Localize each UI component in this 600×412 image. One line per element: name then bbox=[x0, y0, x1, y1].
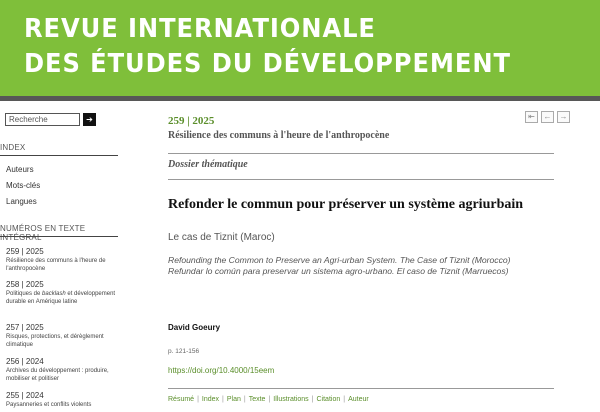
arrow-left-icon: ← bbox=[543, 112, 552, 121]
page-range: p. 121-156 bbox=[168, 348, 200, 355]
separator: | bbox=[197, 396, 199, 403]
site-title-line2: DES ÉTUDES DU DÉVELOPPEMENT bbox=[24, 49, 511, 79]
first-article-button[interactable]: ⇤ bbox=[525, 111, 538, 123]
issue-number: 255 | 2024 bbox=[6, 391, 44, 400]
search-input[interactable] bbox=[5, 113, 80, 126]
divider bbox=[168, 179, 554, 180]
link-plan[interactable]: Plan bbox=[227, 396, 241, 403]
link-index[interactable]: Index bbox=[202, 396, 219, 403]
issue-link-257[interactable]: 257 | 2025 Risques, protections, et dérè… bbox=[6, 323, 118, 349]
index-divider bbox=[0, 155, 118, 156]
issue-link-256[interactable]: 256 | 2024 Archives du développement : p… bbox=[6, 357, 118, 383]
index-heading: INDEX bbox=[0, 143, 26, 152]
divider bbox=[168, 388, 554, 389]
search-form: ➔ bbox=[5, 113, 96, 126]
first-page-icon: ⇤ bbox=[528, 112, 535, 121]
separator: | bbox=[343, 396, 346, 403]
site-title-line1: REVUE INTERNATIONALE bbox=[24, 14, 376, 44]
link-auteur[interactable]: Auteur bbox=[348, 396, 369, 403]
doi-link[interactable]: https://doi.org/10.4000/15eem bbox=[168, 366, 274, 375]
article-navigation: ⇤ ← → bbox=[525, 111, 570, 123]
article-main: ⇤ ← → 259 | 2025 Résilience des communs … bbox=[168, 101, 572, 412]
alt-title-spanish: Refundar lo común para preservar un sist… bbox=[168, 266, 509, 276]
divider bbox=[168, 153, 554, 154]
separator: | bbox=[311, 396, 314, 403]
next-article-button[interactable]: → bbox=[557, 111, 570, 123]
arrow-right-icon: ➔ bbox=[86, 115, 93, 124]
separator: | bbox=[268, 396, 271, 403]
issue-number: 259 | 2025 bbox=[6, 247, 44, 256]
link-citation[interactable]: Citation bbox=[317, 396, 341, 403]
article-section-links: Résumé | Index | Plan | Texte | Illustration… bbox=[168, 396, 369, 403]
issue-title-link[interactable]: Résilience des communs à l'heure de l'an… bbox=[168, 130, 389, 141]
section-link[interactable]: Dossier thématique bbox=[168, 159, 248, 170]
issue-description: Paysanneries et conflits violents bbox=[6, 402, 92, 408]
link-resume[interactable]: Résumé bbox=[168, 396, 194, 403]
issue-description: Résilience des communs à l'heure de l'an… bbox=[6, 258, 106, 272]
separator: | bbox=[243, 396, 246, 403]
arrow-right-icon: → bbox=[559, 112, 568, 121]
index-link-authors[interactable]: Auteurs bbox=[6, 165, 34, 174]
sidebar: ➔ INDEX Auteurs Mots-clés Langues NUMÉRO… bbox=[0, 101, 122, 412]
issue-link-258[interactable]: 258 | 2025 Politiques de backlash et dév… bbox=[6, 280, 118, 306]
separator: | bbox=[222, 396, 224, 403]
issues-divider bbox=[0, 236, 118, 237]
issue-number: 258 | 2025 bbox=[6, 280, 44, 289]
author-link[interactable]: David Goeury bbox=[168, 323, 220, 332]
article-title: Refonder le commun pour préserver un sys… bbox=[168, 197, 524, 212]
issue-link-259[interactable]: 259 | 2025 Résilience des communs à l'he… bbox=[6, 247, 118, 273]
search-submit-button[interactable]: ➔ bbox=[83, 113, 96, 126]
alt-title-english: Refounding the Common to Preserve an Agr… bbox=[168, 255, 511, 265]
issue-description: Archives du développement : produire, mo… bbox=[6, 368, 109, 382]
index-link-languages[interactable]: Langues bbox=[6, 197, 37, 206]
issue-description: Politiques de backlash et développement … bbox=[6, 291, 116, 305]
link-texte[interactable]: Texte bbox=[249, 396, 266, 403]
issue-number: 256 | 2024 bbox=[6, 357, 44, 366]
link-illustrations[interactable]: Illustrations bbox=[273, 396, 308, 403]
issues-heading: NUMÉROS EN TEXTE INTÉGRAL bbox=[0, 224, 86, 242]
alternate-titles: Refounding the Common to Preserve an Agr… bbox=[168, 255, 554, 277]
site-banner[interactable]: REVUE INTERNATIONALE DES ÉTUDES DU DÉVEL… bbox=[0, 0, 600, 96]
issue-description: Risques, protections, et dérèglement cli… bbox=[6, 334, 104, 348]
issue-link-255[interactable]: 255 | 2024 Paysanneries et conflits viol… bbox=[6, 391, 118, 409]
index-link-keywords[interactable]: Mots-clés bbox=[6, 181, 40, 190]
article-subtitle: Le cas de Tiznit (Maroc) bbox=[168, 232, 275, 243]
previous-article-button[interactable]: ← bbox=[541, 111, 554, 123]
issue-number: 257 | 2025 bbox=[6, 323, 44, 332]
issue-number-link[interactable]: 259 | 2025 bbox=[168, 115, 214, 127]
